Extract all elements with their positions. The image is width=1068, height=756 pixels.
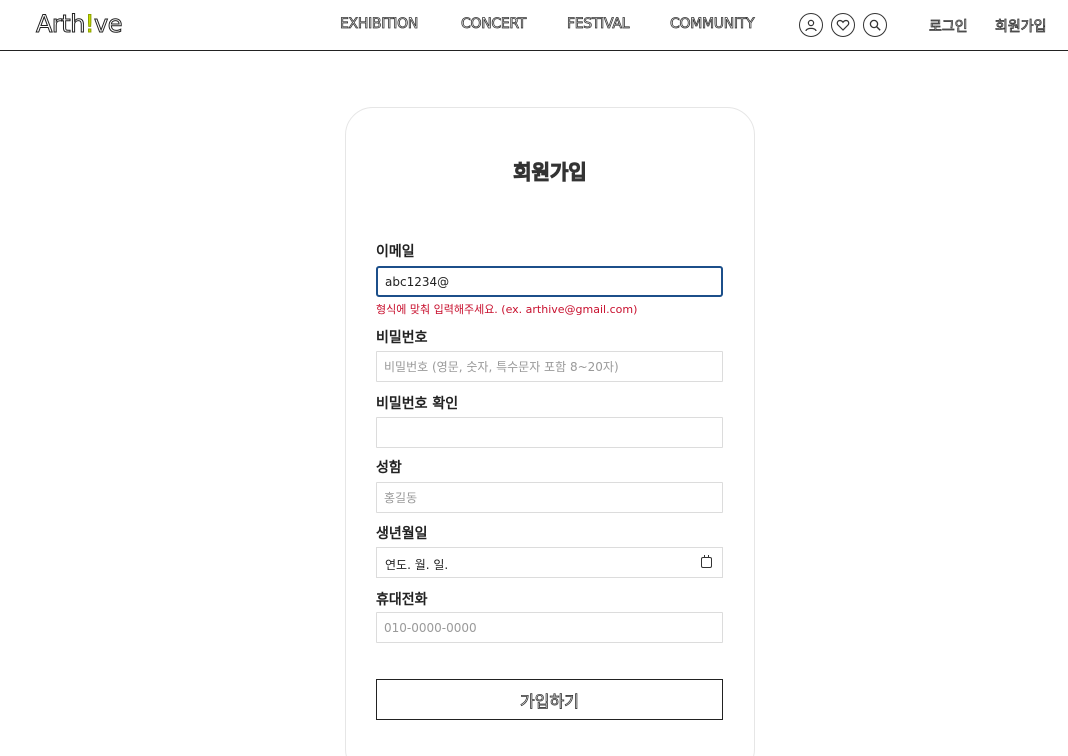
email-error-message: 형식에 맞춰 입력해주세요. (ex. arthive@gmail.com) <box>376 303 638 316</box>
calendar-icon[interactable] <box>701 555 712 568</box>
password-confirm-label: 비밀번호 확인 <box>376 396 459 412</box>
logo-text-suffix: ve <box>94 10 123 39</box>
email-field[interactable] <box>376 266 723 297</box>
password-label: 비밀번호 <box>376 330 428 346</box>
logo-text-prefix: Arth <box>36 10 86 39</box>
password-confirm-field[interactable] <box>376 417 723 448</box>
password-field[interactable] <box>376 351 723 382</box>
nav-exhibition[interactable]: EXHIBITION <box>340 16 419 33</box>
heart-icon[interactable] <box>831 13 855 37</box>
name-label: 성함 <box>376 460 402 476</box>
nav-concert[interactable]: CONCERT <box>461 16 527 33</box>
phone-label: 휴대전화 <box>376 592 428 608</box>
login-link[interactable]: 로그인 <box>929 16 968 36</box>
nav-festival[interactable]: FESTIVAL <box>567 16 630 33</box>
nav-community[interactable]: COMMUNITY <box>670 16 755 33</box>
email-label: 이메일 <box>376 244 415 260</box>
page-title: 회원가입 <box>513 160 588 185</box>
birth-label: 생년월일 <box>376 526 428 542</box>
site-logo[interactable]: Arth!ve <box>36 10 123 39</box>
signup-submit-button[interactable]: 가입하기 <box>376 679 723 720</box>
birth-date-value: 연도. 월. 일. <box>385 558 449 572</box>
logo-bang: ! <box>84 10 95 39</box>
birth-date-field[interactable]: 연도. 월. 일. <box>376 547 723 578</box>
name-field[interactable] <box>376 482 723 513</box>
user-icon[interactable] <box>799 13 823 37</box>
search-icon[interactable] <box>863 13 887 37</box>
site-header: Arth!ve EXHIBITION CONCERT FESTIVAL COMM… <box>0 0 1068 51</box>
phone-field[interactable] <box>376 612 723 643</box>
signup-link[interactable]: 회원가입 <box>995 16 1047 36</box>
